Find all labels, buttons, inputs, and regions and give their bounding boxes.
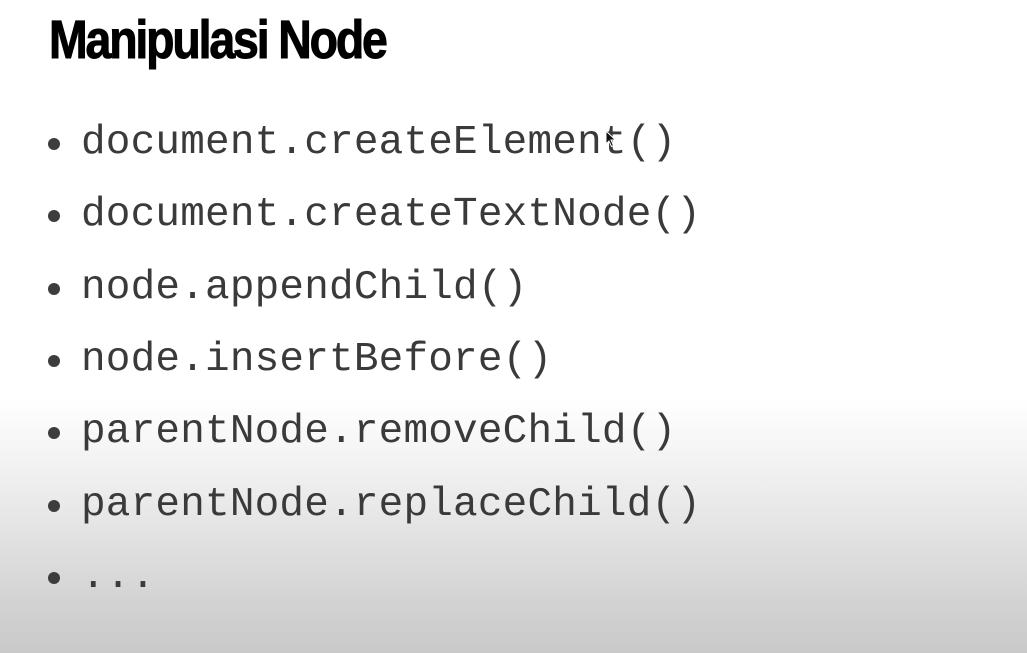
bullet-dot-icon <box>48 210 60 223</box>
list-item: document.createElement() <box>48 107 701 179</box>
bullet-dot-icon <box>48 427 60 440</box>
list-item-text: document.createTextNode() <box>81 192 702 239</box>
presentation-slide: Manipulasi Node document.createElement()… <box>0 0 1027 653</box>
list-item-text: ... <box>81 553 156 600</box>
list-item-text: node.insertBefore() <box>81 337 553 384</box>
list-item: document.createTextNode() <box>48 179 701 251</box>
list-item: node.insertBefore() <box>48 324 701 396</box>
list-item: ... <box>48 541 701 613</box>
bullet-dot-icon <box>48 571 60 584</box>
list-item-text: parentNode.replaceChild() <box>81 481 702 528</box>
bullet-dot-icon <box>48 282 60 295</box>
slide-title: Manipulasi Node <box>49 10 389 71</box>
bullet-dot-icon <box>48 499 60 512</box>
bullet-dot-icon <box>48 138 60 151</box>
list-item-text: node.appendChild() <box>81 264 528 311</box>
bullet-dot-icon <box>48 355 60 368</box>
list-item-text: document.createElement() <box>81 120 677 167</box>
list-item: node.appendChild() <box>48 252 701 324</box>
list-item: parentNode.removeChild() <box>48 396 701 468</box>
list-item: parentNode.replaceChild() <box>48 468 701 540</box>
bullet-list: document.createElement() document.create… <box>48 107 701 613</box>
list-item-text: parentNode.removeChild() <box>81 409 677 456</box>
